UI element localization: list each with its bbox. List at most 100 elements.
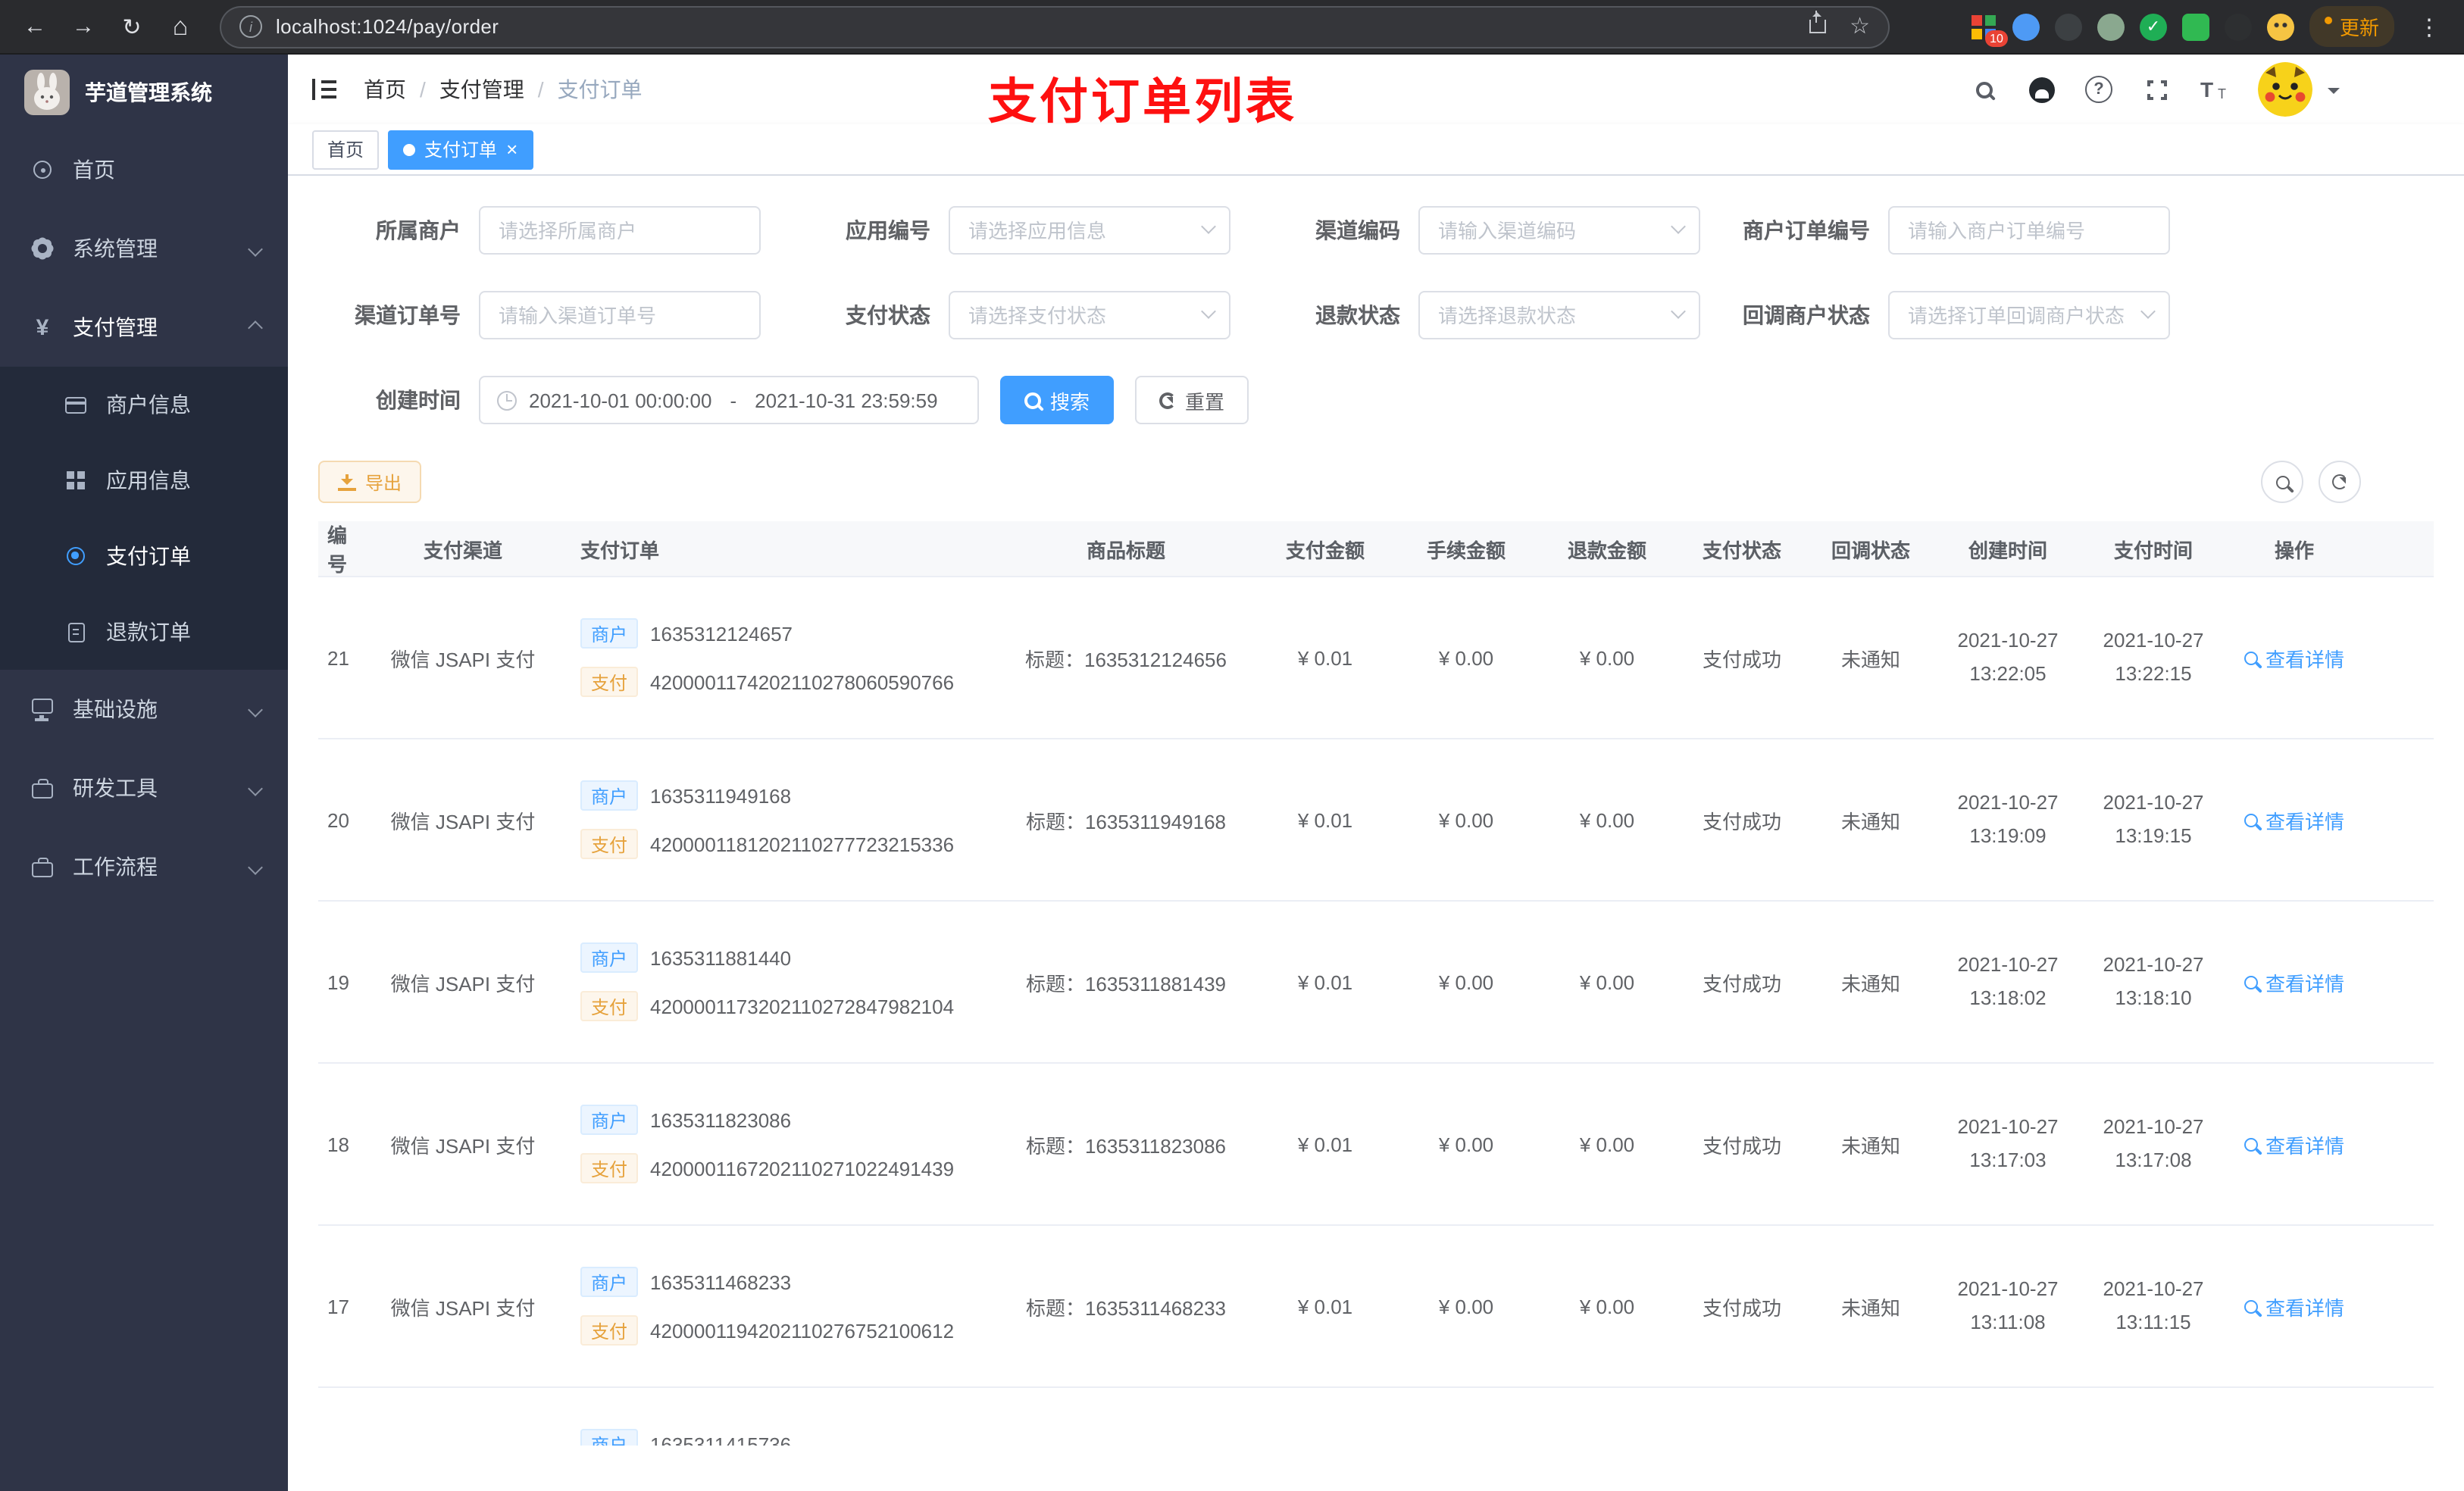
browser-menu-icon[interactable] bbox=[2409, 7, 2449, 46]
refresh-table-button[interactable] bbox=[2319, 461, 2361, 503]
channel-order-no-input[interactable] bbox=[479, 291, 761, 339]
url-text: localhost:1024/pay/order bbox=[276, 15, 499, 38]
col-actions: 操作 bbox=[2274, 539, 2314, 561]
sidebar-item-merchant-info[interactable]: 商户信息 bbox=[0, 367, 288, 442]
extension-check-icon[interactable] bbox=[2139, 13, 2167, 40]
github-icon[interactable] bbox=[2028, 76, 2055, 103]
date-range-input[interactable]: 2021-10-01 00:00:00 - 2021-10-31 23:59:5… bbox=[479, 376, 979, 424]
sidebar-item-workflow[interactable]: 工作流程 bbox=[0, 827, 288, 906]
toggle-search-button[interactable] bbox=[2261, 461, 2303, 503]
avatar-dropdown-caret[interactable] bbox=[2328, 87, 2340, 99]
sidebar-item-infra[interactable]: 基础设施 bbox=[0, 670, 288, 749]
update-label: 更新 bbox=[2339, 17, 2379, 39]
extension-chat-icon[interactable] bbox=[2181, 13, 2209, 40]
fullscreen-icon[interactable] bbox=[2143, 76, 2170, 103]
merchant-input[interactable] bbox=[479, 206, 761, 255]
app-input[interactable] bbox=[949, 206, 1230, 255]
sidebar-item-payment[interactable]: 支付管理 bbox=[0, 288, 288, 367]
sidebar-item-devtools[interactable]: 研发工具 bbox=[0, 749, 288, 827]
extension-green-icon[interactable] bbox=[2097, 13, 2125, 40]
callback-status-select[interactable] bbox=[1888, 291, 2170, 339]
sidebar-item-system[interactable]: 系统管理 bbox=[0, 209, 288, 288]
search-icon[interactable] bbox=[1970, 76, 1997, 103]
cell-id: 18 bbox=[327, 1133, 349, 1155]
address-bar[interactable]: localhost:1024/pay/order bbox=[221, 7, 1888, 46]
cell-refund: ¥ 0.00 bbox=[1579, 1133, 1635, 1155]
filter-create-time: 创建时间 2021-10-01 00:00:00 - 2021-10-31 23… bbox=[318, 376, 1249, 424]
document-icon bbox=[64, 622, 88, 642]
reload-icon[interactable] bbox=[112, 7, 152, 46]
font-size-icon[interactable] bbox=[2200, 77, 2228, 102]
cell-fee: ¥ 0.00 bbox=[1438, 808, 1494, 831]
sidebar: 芋道管理系统 首页 系统管理 支付管理 商户信息 bbox=[0, 55, 288, 1491]
merchant-select[interactable] bbox=[479, 206, 761, 255]
refund-status-select[interactable] bbox=[1418, 291, 1700, 339]
extension-drop-icon[interactable] bbox=[2012, 13, 2040, 40]
view-detail-link[interactable]: 查看详情 bbox=[2244, 1292, 2344, 1321]
cell-fee: ¥ 0.00 bbox=[1438, 1295, 1494, 1318]
cell-title: 标题：1635312124656 bbox=[1025, 648, 1227, 670]
cell-create-time: 2021-10-27 13:22:05 bbox=[1957, 628, 2059, 685]
back-icon[interactable] bbox=[15, 7, 55, 46]
cell-create-time: 2021-10-27 13:19:09 bbox=[1957, 790, 2059, 847]
sidebar-item-pay-order[interactable]: 支付订单 bbox=[0, 518, 288, 594]
user-avatar[interactable] bbox=[2258, 62, 2312, 117]
col-pay-status: 支付状态 bbox=[1702, 539, 1781, 561]
search-button[interactable]: 搜索 bbox=[1000, 376, 1115, 424]
extension-grid-icon[interactable]: 10 bbox=[1969, 13, 2008, 46]
bookmark-star-icon[interactable] bbox=[1850, 12, 1870, 41]
extensions-puzzle-icon[interactable] bbox=[2224, 13, 2252, 40]
pay-tag: 支付 bbox=[580, 1315, 639, 1346]
forward-icon[interactable] bbox=[64, 7, 103, 46]
channel-code-input[interactable] bbox=[1418, 206, 1700, 255]
view-detail-link[interactable]: 查看详情 bbox=[2244, 805, 2344, 834]
pay-status-select[interactable] bbox=[949, 291, 1230, 339]
cell-fee: ¥ 0.00 bbox=[1438, 971, 1494, 993]
briefcase-icon bbox=[30, 857, 55, 877]
breadcrumb-home[interactable]: 首页 bbox=[364, 74, 406, 105]
home-icon[interactable] bbox=[161, 7, 200, 46]
pay-status-input[interactable] bbox=[949, 291, 1230, 339]
tab-home[interactable]: 首页 bbox=[312, 130, 380, 169]
table-row: 20 微信 JSAPI 支付 商户 1635311949168 支付 42000… bbox=[318, 739, 2434, 902]
merchant-order-no-field[interactable] bbox=[1888, 206, 2170, 255]
chevron-down-icon bbox=[248, 702, 263, 717]
merchant-order-no: 1635312124657 bbox=[650, 622, 793, 645]
sidebar-item-refund-order[interactable]: 退款订单 bbox=[0, 594, 288, 670]
page-content: 所属商户 应用编号 渠道编码 bbox=[288, 176, 2464, 1491]
sidebar-fold-icon[interactable] bbox=[312, 79, 336, 100]
browser-profile-avatar[interactable] bbox=[2266, 13, 2294, 40]
view-detail-link[interactable]: 查看详情 bbox=[2244, 967, 2344, 996]
help-icon[interactable] bbox=[2085, 76, 2112, 103]
search-icon bbox=[2244, 651, 2258, 664]
page: localhost:1024/pay/order 10 更新 芋道管理系统 bbox=[0, 0, 2464, 1491]
tab-pay-order[interactable]: 支付订单 bbox=[388, 130, 533, 169]
breadcrumb-payment[interactable]: 支付管理 bbox=[439, 74, 524, 105]
merchant-order-no-input[interactable] bbox=[1888, 206, 2170, 255]
view-detail-link[interactable]: 查看详情 bbox=[2244, 643, 2344, 672]
refund-status-input[interactable] bbox=[1418, 291, 1700, 339]
cell-pay-time: 2021-10-27 13:22:15 bbox=[2103, 628, 2204, 685]
merchant-tag: 商户 bbox=[580, 1105, 639, 1135]
header-actions bbox=[1970, 62, 2340, 117]
reset-button[interactable]: 重置 bbox=[1135, 376, 1249, 424]
view-detail-link[interactable]: 查看详情 bbox=[2244, 1130, 2344, 1158]
sidebar-item-home[interactable]: 首页 bbox=[0, 130, 288, 209]
share-icon[interactable] bbox=[1809, 11, 1826, 33]
breadcrumb: 首页 / 支付管理 / 支付订单 bbox=[364, 74, 643, 105]
callback-status-input[interactable] bbox=[1888, 291, 2170, 339]
cell-amount: ¥ 0.01 bbox=[1297, 646, 1353, 669]
channel-code-select[interactable] bbox=[1418, 206, 1700, 255]
cell-amount: ¥ 0.01 bbox=[1297, 1133, 1353, 1155]
sidebar-item-app-info[interactable]: 应用信息 bbox=[0, 442, 288, 518]
app-select[interactable] bbox=[949, 206, 1230, 255]
chevron-up-icon bbox=[248, 320, 263, 335]
close-tab-icon[interactable] bbox=[506, 139, 518, 159]
extension-dark-icon[interactable] bbox=[2054, 13, 2082, 40]
export-button[interactable]: 导出 bbox=[318, 461, 422, 503]
site-info-icon[interactable] bbox=[239, 15, 262, 38]
merchant-tag: 商户 bbox=[580, 1429, 639, 1446]
update-button[interactable]: 更新 bbox=[2309, 6, 2394, 47]
main-panel: 支付订单列表 首页 / 支付管理 / 支付订单 ? T T 首页 支付订单 × … bbox=[288, 55, 2464, 1491]
channel-order-no-field[interactable] bbox=[479, 291, 761, 339]
